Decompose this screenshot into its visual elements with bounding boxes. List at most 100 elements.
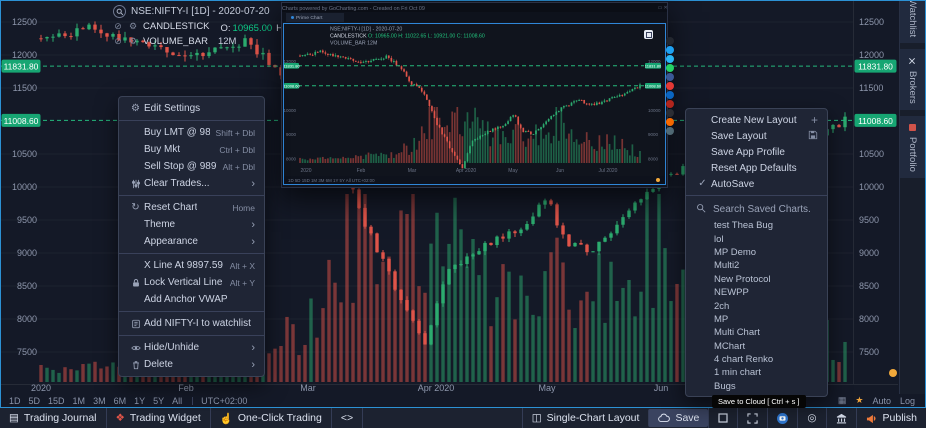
toolbar-right-group: ◫ Single-Chart Layout Save	[522, 408, 926, 428]
saved-chart-bugs[interactable]: Bugs	[686, 380, 827, 393]
popup-titlebar: Charts powered by GoCharting.com - Creat…	[282, 3, 667, 12]
share-icon-10[interactable]	[666, 118, 674, 126]
symbol-search-icon[interactable]	[113, 5, 126, 18]
saved-chart-2ch[interactable]: 2ch	[686, 299, 827, 312]
layout-menu-item-autosave[interactable]: ✓AutoSave	[686, 176, 827, 192]
share-icon-7[interactable]	[666, 91, 674, 99]
menu-item-sell-stop-9897-59[interactable]: Sell Stop @ 9897.59Alt + Dbl	[119, 158, 264, 175]
sidebar-tab-portfolio[interactable]: Portfolio	[900, 116, 925, 178]
timeframe-1d[interactable]: 1D	[9, 396, 21, 406]
svg-text:Jun: Jun	[654, 383, 669, 393]
single-chart-layout-button[interactable]: ◫ Single-Chart Layout	[522, 408, 649, 428]
trading-journal-button[interactable]: ▤ Trading Journal	[0, 408, 107, 428]
svg-text:8500: 8500	[859, 281, 879, 291]
bottom-toolbar: ▤ Trading Journal ❖ Trading Widget ☝ One…	[0, 408, 926, 428]
volume-study-name[interactable]: VOLUME_BAR	[143, 36, 208, 47]
bank-icon	[836, 413, 847, 424]
exchange-button[interactable]	[826, 408, 856, 428]
menu-item-clear-trades[interactable]: Clear Trades...›	[119, 175, 264, 192]
pointer-hand-icon: ☝	[220, 412, 233, 425]
saved-chart-1-min-chart[interactable]: 1 min chart	[686, 366, 827, 379]
svg-text:10000: 10000	[284, 108, 296, 113]
saved-chart-newpp[interactable]: NEWPP	[686, 286, 827, 299]
menu-item-hide-unhide[interactable]: Hide/Unhide›	[119, 339, 264, 356]
symbol-title[interactable]: NSE:NIFTY-I [1D] - 2020-07-20	[131, 6, 270, 17]
menu-item-lock-vertical-line[interactable]: Lock Vertical LineAlt + Y	[119, 274, 264, 291]
share-icon-11[interactable]	[666, 127, 674, 135]
timeframe-15d[interactable]: 15D	[48, 396, 65, 406]
save-button[interactable]: Save	[648, 409, 708, 427]
code-button[interactable]: <>	[332, 408, 363, 428]
saved-charts-search[interactable]: Search Saved Charts.	[686, 199, 827, 219]
grid-icon[interactable]: ▦	[838, 395, 847, 406]
saved-chart-mp[interactable]: MP	[686, 313, 827, 326]
layout-menu-item-save-layout[interactable]: Save Layout	[686, 128, 827, 144]
menu-item-theme[interactable]: Theme›	[119, 216, 264, 233]
svg-text:11831.80: 11831.80	[4, 62, 39, 72]
share-icon-1[interactable]	[666, 37, 674, 45]
layout-menu-item-reset-app-defaults[interactable]: Reset App Defaults	[686, 160, 827, 176]
submenu-chevron-icon: ›	[245, 237, 255, 247]
layout-menu-item-save-app-profile[interactable]: Save App Profile	[686, 144, 827, 160]
menu-item-buy-mkt[interactable]: Buy MktCtrl + Dbl	[119, 141, 264, 158]
log-scale-toggle[interactable]: Log	[900, 396, 915, 406]
timeframe-1y[interactable]: 1Y	[134, 396, 145, 406]
snapshot-button[interactable]	[767, 408, 797, 428]
share-icon-5[interactable]	[666, 73, 674, 81]
gear-icon: ⚙	[127, 104, 144, 114]
saved-chart-test-thea-bug[interactable]: test Thea Bug	[686, 219, 827, 232]
menu-item-edit-settings[interactable]: ⚙Edit Settings	[119, 100, 264, 117]
menu-item-appearance[interactable]: Appearance›	[119, 233, 264, 250]
menu-item-delete[interactable]: Delete›	[119, 356, 264, 373]
saved-chart-4-chart-renko[interactable]: 4 chart Renko	[686, 353, 827, 366]
timeframe-5d[interactable]: 5D	[29, 396, 41, 406]
menu-item-add-anchor-vwap[interactable]: Add Anchor VWAP	[119, 291, 264, 308]
publish-button[interactable]: Publish	[856, 408, 926, 428]
saved-chart-mp-demo[interactable]: MP Demo	[686, 246, 827, 259]
saved-chart-mchart[interactable]: MChart	[686, 340, 827, 353]
share-icon-6[interactable]	[666, 82, 674, 90]
frame-select-button[interactable]	[708, 408, 737, 428]
widget-icon: ❖	[116, 412, 125, 424]
fullscreen-button[interactable]	[737, 408, 767, 428]
saved-chart-multi-chart[interactable]: Multi Chart	[686, 326, 827, 339]
link-off-icon[interactable]: ⊘	[113, 36, 123, 47]
saved-chart-lol[interactable]: lol	[686, 232, 827, 245]
timeframe-all[interactable]: All	[172, 396, 182, 406]
layout-menu-item-create-new-layout[interactable]: Create New Layout+	[686, 112, 827, 128]
timeframe-3m[interactable]: 3M	[93, 396, 106, 406]
sidebar-tab-watchlist[interactable]: Watchlist	[900, 1, 925, 43]
timeframe-1m[interactable]: 1M	[73, 396, 86, 406]
timeframe-6m[interactable]: 6M	[114, 396, 127, 406]
sidebar-tab-brokers[interactable]: Brokers	[900, 49, 925, 110]
auto-scale-toggle[interactable]: Auto	[872, 396, 891, 406]
menu-item-x-line-at-9897-59[interactable]: X Line At 9897.59Alt + X	[119, 257, 264, 274]
study-settings-gear-icon[interactable]: ⚙	[128, 21, 138, 32]
volume-settings-gear-icon[interactable]: ⚙	[128, 36, 138, 47]
menu-item-buy-lmt-9897-59[interactable]: Buy LMT @ 9897.59Shift + Dbl	[119, 124, 264, 141]
saved-chart-multi2[interactable]: Multi2	[686, 259, 827, 272]
share-icon-4[interactable]	[666, 64, 674, 72]
target-button[interactable]: ◎	[797, 408, 825, 428]
menu-item-label: Add Anchor VWAP	[144, 294, 228, 305]
timezone-label[interactable]: UTC+02:00	[201, 396, 247, 406]
menu-item-reset-chart[interactable]: ↻Reset ChartHome	[119, 199, 264, 216]
share-icon-3[interactable]	[666, 55, 674, 63]
favorite-star-icon[interactable]: ★	[855, 395, 863, 406]
popup-tab-prime-chart[interactable]: Prime Chart	[286, 13, 344, 22]
popup-window-buttons[interactable]: ▭ ✕	[657, 5, 667, 10]
timeframe-5y[interactable]: 5Y	[153, 396, 164, 406]
share-icon-2[interactable]	[666, 46, 674, 54]
saved-chart-new-protocol[interactable]: New Protocol	[686, 273, 827, 286]
copy-image-icon[interactable]	[644, 30, 653, 39]
svg-text:11008.60: 11008.60	[645, 83, 662, 88]
svg-text:12000: 12000	[12, 50, 37, 60]
study-name[interactable]: CANDLESTICK	[143, 21, 210, 32]
link-off-icon[interactable]: ⊘	[113, 21, 123, 32]
share-icon-9[interactable]	[666, 109, 674, 117]
share-icon-8[interactable]	[666, 100, 674, 108]
one-click-trading-button[interactable]: ☝ One-Click Trading	[211, 408, 332, 428]
menu-divider	[119, 335, 264, 336]
trading-widget-button[interactable]: ❖ Trading Widget	[107, 408, 211, 428]
menu-item-add-nifty-i-to-watchlist[interactable]: Add NIFTY-I to watchlist	[119, 315, 264, 332]
